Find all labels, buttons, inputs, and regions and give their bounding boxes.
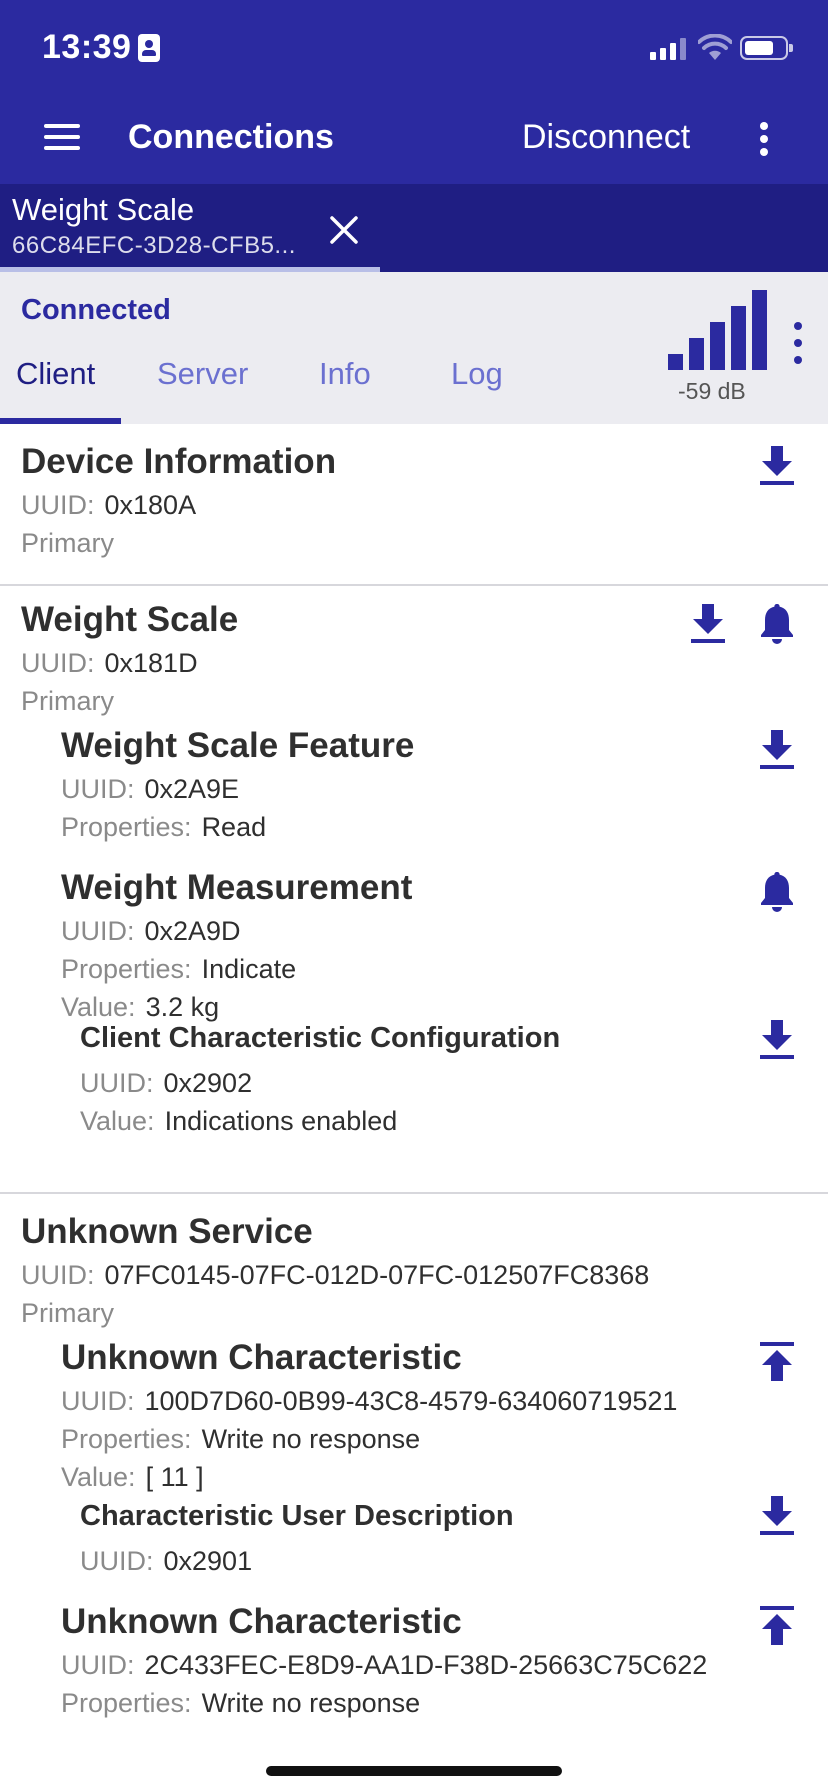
disconnect-button[interactable]: Disconnect [522,118,690,157]
service-type: Primary [21,1298,114,1328]
characteristic-properties: Properties: Write no response [61,1688,421,1718]
characteristic-name: Unknown Characteristic [61,1602,462,1641]
signal-strength-icon [668,290,767,370]
bell-icon[interactable] [757,870,797,914]
attribute-list[interactable]: Device Information UUID: 0x180A Primary W… [0,424,828,1726]
service-uuid: UUID: 0x180A [21,490,197,520]
service-item[interactable]: Weight Scale UUID: 0x181D Primary Weight … [0,586,828,1136]
contact-card-icon [138,34,160,62]
characteristic-properties: Properties: Indicate [61,954,297,984]
characteristic-properties: Properties: Read [61,812,267,842]
download-icon[interactable] [757,444,797,488]
characteristic-uuid: UUID: 100D7D60-0B99-43C8-4579-63406071952… [61,1386,678,1416]
characteristic-name: Weight Measurement [61,868,413,907]
descriptor-name: Client Characteristic Configuration [80,1022,561,1054]
device-tab-id: 66C84EFC-3D28-CFB5... [12,232,296,259]
upload-icon[interactable] [757,1604,797,1648]
descriptor-uuid: UUID: 0x2901 [80,1546,253,1576]
status-time: 13:39 [42,28,132,66]
hamburger-menu-icon[interactable] [40,122,84,154]
device-tab-strip: Weight Scale 66C84EFC-3D28-CFB5... [0,184,828,272]
service-item[interactable]: Unknown Service UUID: 07FC0145-07FC-012D-… [0,1194,828,1726]
top-app-bar: 13:39 Connections Disconnect [0,0,828,184]
wifi-icon [698,34,732,60]
connection-header: Connected Client Server Info Log -59 dB [0,272,828,424]
home-indicator[interactable] [266,1766,562,1776]
upload-icon[interactable] [757,1340,797,1384]
download-icon[interactable] [757,1494,797,1538]
more-vert-icon[interactable] [786,322,810,366]
characteristic-uuid: UUID: 2C433FEC-E8D9-AA1D-F38D-25663C75C62… [61,1650,708,1680]
download-icon[interactable] [688,602,728,646]
descriptor-uuid: UUID: 0x2902 [80,1068,253,1098]
tab-client[interactable]: Client [16,356,95,424]
battery-icon [740,36,793,60]
download-icon[interactable] [757,1018,797,1062]
bell-icon[interactable] [757,602,797,646]
tab-log[interactable]: Log [451,356,503,424]
descriptor-value: Value: Indications enabled [80,1106,398,1136]
tab-server[interactable]: Server [157,356,248,424]
characteristic-value: Value: 3.2 kg [61,992,220,1022]
characteristic-value: Value:[ 11 ] [61,1462,204,1492]
service-name: Weight Scale [21,600,239,639]
more-vert-icon[interactable] [752,120,776,160]
device-tab-name: Weight Scale [12,192,195,227]
descriptor-name: Characteristic User Description [80,1500,514,1532]
characteristic-name: Unknown Characteristic [61,1338,462,1377]
close-icon[interactable] [326,212,362,248]
characteristic-name: Weight Scale Feature [61,726,415,765]
service-type: Primary [21,686,114,716]
characteristic-uuid: UUID: 0x2A9D [61,916,241,946]
page-title: Connections [128,118,334,156]
download-icon[interactable] [757,728,797,772]
service-name: Unknown Service [21,1212,313,1251]
connection-status: Connected [21,294,171,326]
service-uuid: UUID: 0x181D [21,648,198,678]
characteristic-properties: Properties: Write no response [61,1424,421,1454]
rssi-value: -59 dB [678,378,746,404]
cellular-signal-icon [650,38,686,60]
service-type: Primary [21,528,114,558]
service-uuid: UUID: 07FC0145-07FC-012D-07FC-012507FC836… [21,1260,650,1290]
service-name: Device Information [21,442,337,481]
characteristic-uuid: UUID: 0x2A9E [61,774,240,804]
service-item[interactable]: Device Information UUID: 0x180A Primary [0,424,828,584]
tab-info[interactable]: Info [319,356,371,424]
device-tab[interactable]: Weight Scale 66C84EFC-3D28-CFB5... [0,184,380,272]
